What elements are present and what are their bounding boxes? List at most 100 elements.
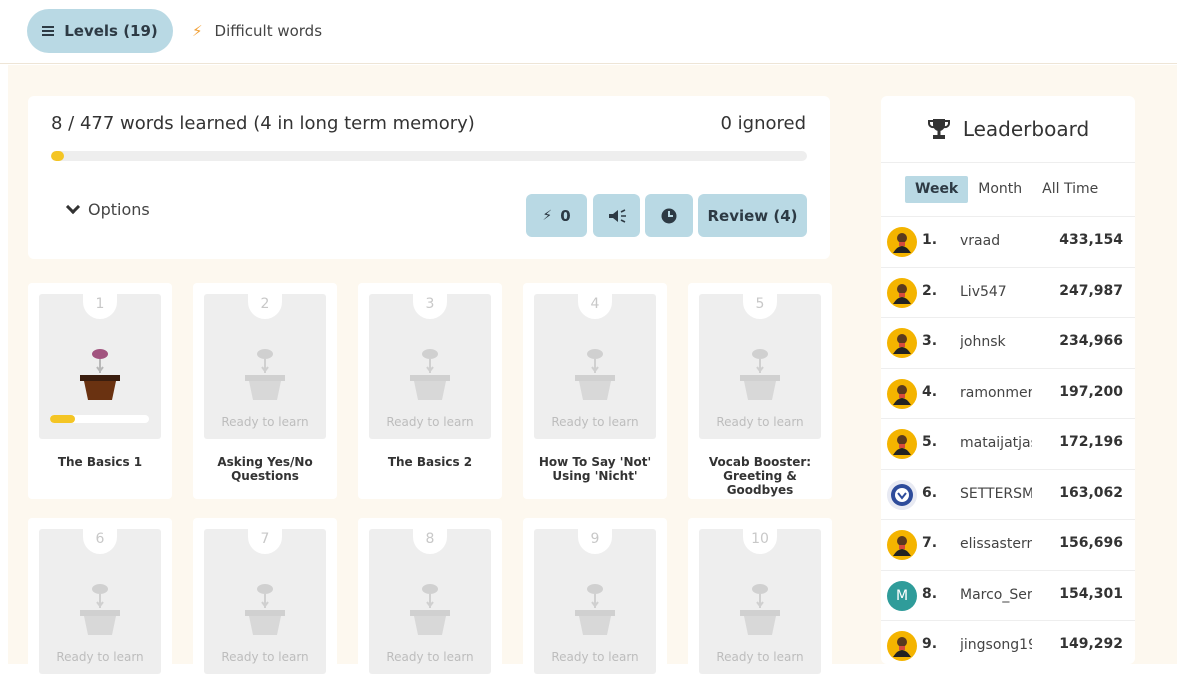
leaderboard-username[interactable]: vraad — [960, 233, 1032, 249]
level-number: 7 — [248, 526, 282, 554]
tab-week[interactable]: Week — [905, 176, 969, 203]
level-progress-bar — [50, 415, 149, 423]
level-title: The Basics 1 — [57, 455, 143, 469]
leaderboard-username[interactable]: elissastern — [960, 536, 1032, 552]
level-status: Ready to learn — [386, 415, 474, 429]
plant-seed-icon — [573, 348, 617, 402]
leaderboard-row[interactable]: 3. johnsk 234,966 — [881, 317, 1135, 367]
list-icon — [42, 25, 55, 37]
level-number: 3 — [413, 291, 447, 319]
tab-all-time[interactable]: All Time — [1032, 176, 1108, 203]
progress-card: 8 / 477 words learned (4 in long term me… — [28, 96, 830, 259]
level-status: Ready to learn — [551, 650, 639, 664]
level-card-image: 4 Ready to learn — [534, 291, 656, 439]
plant-seed-icon — [738, 583, 782, 637]
level-status: Ready to learn — [386, 650, 474, 664]
chevron-down-icon — [65, 199, 81, 215]
listening-skills-button[interactable] — [593, 194, 640, 237]
leaderboard-score: 247,987 — [1059, 282, 1123, 299]
trophy-icon — [927, 119, 950, 139]
avatar — [887, 530, 917, 560]
leaderboard-rank: 8. — [922, 585, 938, 602]
leaderboard-score: 154,301 — [1059, 585, 1123, 602]
clock-icon — [661, 208, 677, 223]
leaderboard-row[interactable]: 4. ramonmerc 197,200 — [881, 367, 1135, 418]
options-toggle[interactable]: Options — [65, 199, 150, 219]
level-card[interactable]: 9 Ready to learn — [523, 518, 667, 678]
level-card-image: 7 Ready to learn — [204, 526, 326, 674]
leaderboard-score: 172,196 — [1059, 434, 1123, 450]
leaderboard-rank: 3. — [922, 333, 938, 349]
level-card[interactable]: 6 Ready to learn — [28, 518, 172, 678]
leaderboard-username[interactable]: mataijatjas — [960, 435, 1032, 451]
leaderboard-rank: 6. — [922, 484, 938, 501]
leaderboard-row[interactable]: 1. vraad 433,154 — [881, 216, 1135, 266]
level-card-image: 10 Ready to learn — [699, 526, 821, 674]
leaderboard-username[interactable]: johnsk — [960, 334, 1032, 350]
level-card[interactable]: 8 Ready to learn — [358, 518, 502, 678]
level-number: 10 — [743, 526, 777, 554]
speaker-icon — [608, 208, 626, 223]
level-progress-fill — [50, 415, 75, 423]
leaderboard-username[interactable]: Liv547 — [960, 284, 1032, 300]
plant-seed-icon — [573, 583, 617, 637]
level-card[interactable]: 1 The Basics 1 — [28, 283, 172, 499]
leaderboard-row[interactable]: 2. Liv547 247,987 — [881, 266, 1135, 317]
tab-levels-label: Levels (19) — [64, 22, 158, 40]
tab-month[interactable]: Month — [968, 176, 1032, 203]
leaderboard-tabs: Week Month All Time — [905, 176, 1108, 203]
level-card[interactable]: 4 Ready to learn How To Say 'Not' Using 'N… — [523, 283, 667, 499]
tab-levels[interactable]: Levels (19) — [27, 9, 173, 53]
leaderboard-username[interactable]: Marco_Seri — [960, 587, 1032, 603]
words-learned-text: 8 / 477 words learned (4 in long term me… — [51, 113, 475, 134]
leaderboard-row[interactable]: 5. mataijatjas 172,196 — [881, 418, 1135, 468]
level-status: Ready to learn — [221, 650, 309, 664]
leaderboard-score: 149,292 — [1059, 636, 1123, 652]
level-title: Asking Yes/No Questions — [217, 455, 313, 483]
timer-button[interactable] — [645, 194, 693, 237]
level-card-image: 6 Ready to learn — [39, 526, 161, 674]
avatar — [887, 378, 917, 409]
level-card[interactable]: 2 Ready to learn Asking Yes/No Questions — [193, 283, 337, 499]
leaderboard-row[interactable]: M 8. Marco_Seri 154,301 — [881, 569, 1135, 620]
level-number: 5 — [743, 291, 777, 319]
avatar — [887, 227, 917, 257]
leaderboard-username[interactable]: SETTERSM — [960, 486, 1032, 502]
level-card[interactable]: 7 Ready to learn — [193, 518, 337, 678]
avatar — [887, 479, 917, 510]
plant-seed-icon — [243, 583, 287, 637]
avatar: M — [887, 580, 917, 611]
level-status: Ready to learn — [551, 415, 639, 429]
leaderboard-row[interactable]: 7. elissastern 156,696 — [881, 519, 1135, 569]
bolt-icon: ⚡ — [192, 22, 203, 40]
plant-seed-icon — [408, 583, 452, 637]
speed-review-button[interactable]: ⚡ 0 — [526, 194, 587, 237]
leaderboard-score: 156,696 — [1059, 535, 1123, 551]
leaderboard-rank: 7. — [922, 535, 938, 551]
course-progress-fill — [51, 151, 64, 161]
avatar-letter: M — [895, 587, 909, 604]
leaderboard-score: 197,200 — [1059, 383, 1123, 400]
level-title: Vocab Booster: Greeting & Goodbyes — [708, 455, 812, 497]
leaderboard-panel: Leaderboard Week Month All Time 1. vraad 4… — [881, 96, 1135, 664]
level-card[interactable]: 3 Ready to learn The Basics 2 — [358, 283, 502, 499]
leaderboard-username[interactable]: ramonmerc — [960, 385, 1032, 401]
leaderboard-username[interactable]: jingsong19 — [960, 637, 1032, 653]
level-card-image: 3 Ready to learn — [369, 291, 491, 439]
tab-difficult-words[interactable]: ⚡ Difficult words — [192, 9, 322, 53]
leaderboard-row[interactable]: 6. SETTERSM 163,062 — [881, 468, 1135, 519]
plant-growing-icon — [78, 348, 122, 402]
level-card[interactable]: 10 Ready to learn — [688, 518, 832, 678]
leaderboard-title: Leaderboard — [962, 117, 1090, 141]
level-card-image: 1 — [39, 291, 161, 439]
level-card[interactable]: 5 Ready to learn Vocab Booster: Greeting &… — [688, 283, 832, 499]
level-number: 1 — [83, 291, 117, 319]
course-progress-bar — [51, 151, 807, 161]
leaderboard-rank: 5. — [922, 434, 938, 450]
leaderboard-row[interactable]: 9. jingsong19 149,292 — [881, 620, 1135, 664]
review-button[interactable]: Review (4) — [698, 194, 807, 237]
level-card-image: 5 Ready to learn — [699, 291, 821, 439]
level-title: The Basics 2 — [387, 455, 473, 469]
avatar — [887, 631, 917, 661]
leaderboard-rank: 1. — [922, 232, 938, 248]
